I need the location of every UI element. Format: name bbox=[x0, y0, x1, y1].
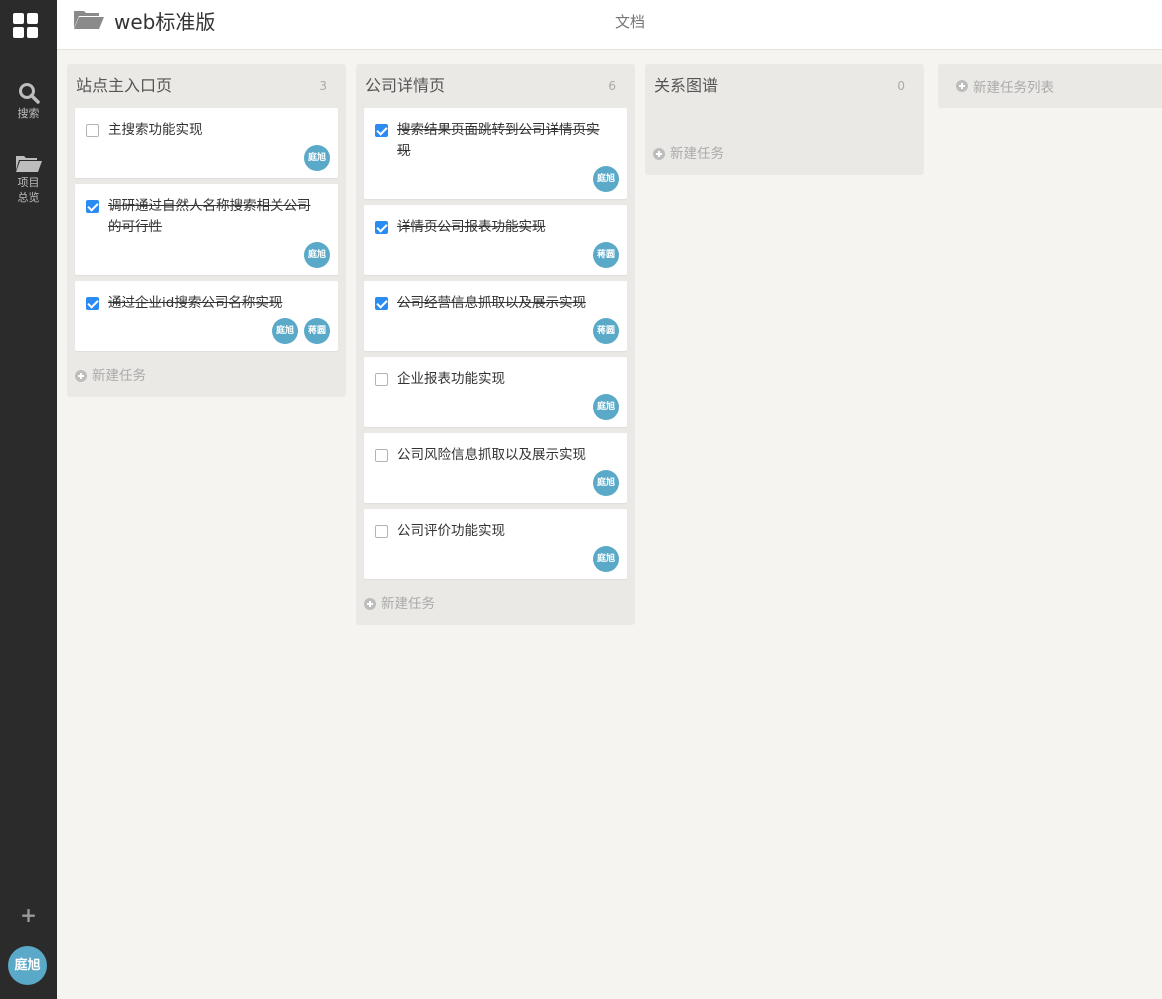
task-checkbox[interactable] bbox=[375, 525, 388, 538]
task-checkbox[interactable] bbox=[375, 449, 388, 462]
task-checkbox[interactable] bbox=[375, 221, 388, 234]
task-list-column: 公司详情页 6 搜索结果页面跳转到公司详情页实现 庭旭 详情页公司报表功能实现 … bbox=[356, 64, 635, 625]
task-count: 0 bbox=[897, 79, 905, 93]
sidebar-item-search[interactable]: 搜索 bbox=[0, 82, 57, 121]
task-list-column: 站点主入口页 3 主搜索功能实现 庭旭 调研通过自然人名称搜索相关公司的可行性 … bbox=[67, 64, 346, 397]
task-title: 公司风险信息抓取以及展示实现 bbox=[397, 447, 586, 463]
column-title[interactable]: 站点主入口页 bbox=[76, 76, 172, 96]
avatar[interactable]: 庭旭 bbox=[593, 166, 619, 192]
sidebar-item-label: 搜索 bbox=[17, 107, 40, 120]
task-card[interactable]: 主搜索功能实现 庭旭 bbox=[75, 108, 338, 178]
task-card[interactable]: 企业报表功能实现 庭旭 bbox=[364, 357, 627, 427]
avatar[interactable]: 庭旭 bbox=[593, 470, 619, 496]
new-task-list-label: 新建任务列表 bbox=[973, 80, 1054, 96]
task-card[interactable]: 通过企业id搜索公司名称实现 庭旭 蒋圆 bbox=[75, 281, 338, 351]
task-card[interactable]: 公司经营信息抓取以及展示实现 蒋圆 bbox=[364, 281, 627, 351]
task-card[interactable]: 详情页公司报表功能实现 蒋圆 bbox=[364, 205, 627, 275]
task-checkbox[interactable] bbox=[86, 297, 99, 310]
sidebar-item-label: 项目 bbox=[17, 176, 40, 189]
avatar[interactable]: 蒋圆 bbox=[593, 242, 619, 268]
new-task-button[interactable]: 新建任务 bbox=[645, 135, 924, 175]
folder-icon bbox=[15, 156, 42, 172]
avatar[interactable]: 庭旭 bbox=[8, 946, 47, 985]
column-title[interactable]: 公司详情页 bbox=[365, 76, 445, 96]
avatar[interactable]: 庭旭 bbox=[593, 546, 619, 572]
task-checkbox[interactable] bbox=[86, 200, 99, 213]
new-task-button[interactable]: 新建任务 bbox=[356, 585, 635, 625]
task-card[interactable]: 调研通过自然人名称搜索相关公司的可行性 庭旭 bbox=[75, 184, 338, 275]
avatar[interactable]: 蒋圆 bbox=[304, 318, 330, 344]
search-icon bbox=[18, 83, 40, 104]
sidebar-item-overview[interactable]: 项目 总览 bbox=[0, 153, 57, 205]
task-title: 主搜索功能实现 bbox=[108, 122, 203, 138]
task-title: 企业报表功能实现 bbox=[397, 371, 505, 387]
task-title: 通过企业id搜索公司名称实现 bbox=[108, 295, 283, 311]
grid-icon[interactable] bbox=[13, 13, 38, 38]
plus-circle-icon bbox=[75, 370, 87, 382]
avatar[interactable]: 庭旭 bbox=[593, 394, 619, 420]
task-card[interactable]: 搜索结果页面跳转到公司详情页实现 庭旭 bbox=[364, 108, 627, 199]
avatar[interactable]: 庭旭 bbox=[272, 318, 298, 344]
task-title: 详情页公司报表功能实现 bbox=[397, 219, 546, 235]
task-list-column: 关系图谱 0 新建任务 bbox=[645, 64, 924, 175]
task-checkbox[interactable] bbox=[86, 124, 99, 137]
task-checkbox[interactable] bbox=[375, 373, 388, 386]
empty-list-area bbox=[645, 108, 924, 135]
sidebar: 搜索 项目 总览 + 庭旭 bbox=[0, 0, 57, 999]
header: web标准版 文档 bbox=[57, 0, 1162, 50]
avatar[interactable]: 庭旭 bbox=[304, 242, 330, 268]
sidebar-item-label: 总览 bbox=[17, 191, 40, 204]
task-checkbox[interactable] bbox=[375, 297, 388, 310]
plus-circle-icon bbox=[364, 598, 376, 610]
task-count: 6 bbox=[608, 79, 616, 93]
new-task-label: 新建任务 bbox=[670, 146, 724, 162]
plus-circle-icon bbox=[956, 80, 968, 92]
column-title[interactable]: 关系图谱 bbox=[654, 76, 718, 96]
task-card[interactable]: 公司评价功能实现 庭旭 bbox=[364, 509, 627, 579]
task-title: 公司评价功能实现 bbox=[397, 523, 505, 539]
project-title: web标准版 bbox=[114, 10, 216, 34]
avatar[interactable]: 庭旭 bbox=[304, 145, 330, 171]
folder-open-icon bbox=[74, 11, 104, 29]
task-title: 调研通过自然人名称搜索相关公司的可行性 bbox=[108, 198, 311, 235]
task-count: 3 bbox=[319, 79, 327, 93]
new-task-list-button[interactable]: 新建任务列表 bbox=[938, 64, 1162, 108]
add-button[interactable]: + bbox=[0, 904, 57, 926]
new-task-label: 新建任务 bbox=[381, 596, 435, 612]
task-card[interactable]: 公司风险信息抓取以及展示实现 庭旭 bbox=[364, 433, 627, 503]
new-task-label: 新建任务 bbox=[92, 368, 146, 384]
task-title: 搜索结果页面跳转到公司详情页实现 bbox=[397, 122, 600, 159]
task-checkbox[interactable] bbox=[375, 124, 388, 137]
task-title: 公司经营信息抓取以及展示实现 bbox=[397, 295, 586, 311]
plus-circle-icon bbox=[653, 148, 665, 160]
avatar[interactable]: 蒋圆 bbox=[593, 318, 619, 344]
new-task-button[interactable]: 新建任务 bbox=[67, 357, 346, 397]
tab-docs[interactable]: 文档 bbox=[615, 12, 645, 32]
